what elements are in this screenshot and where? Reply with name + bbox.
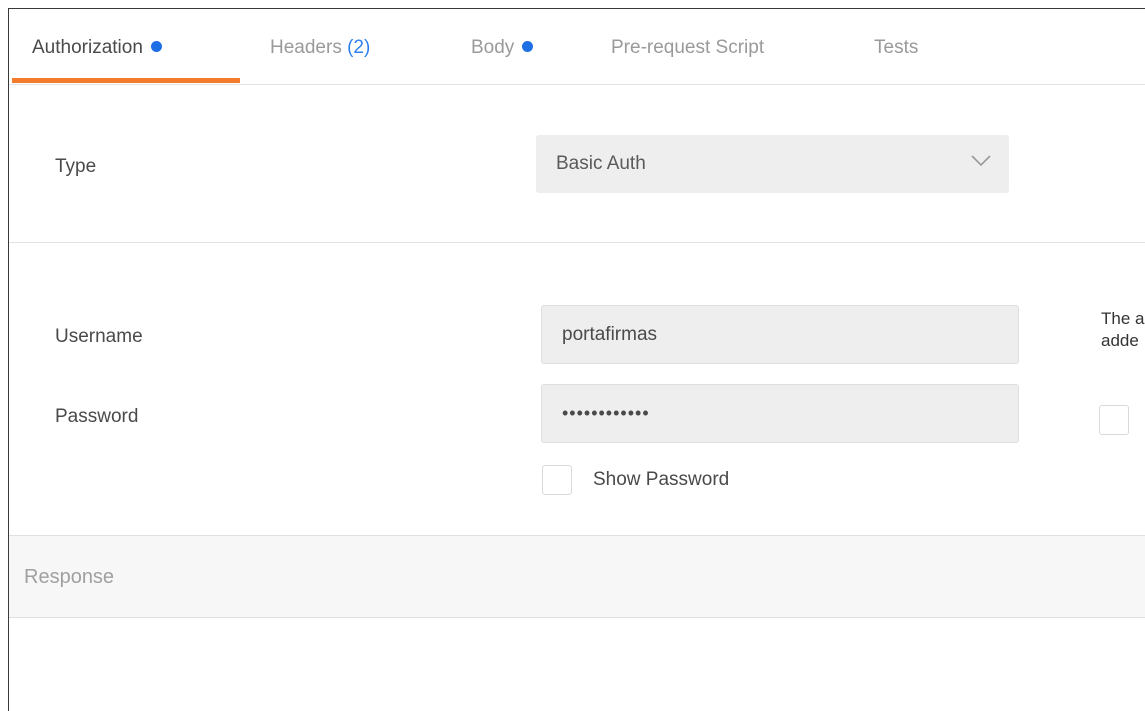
tab-pre-request-script-label: Pre-request Script bbox=[611, 37, 765, 58]
username-field[interactable]: portafirmas bbox=[541, 305, 1019, 364]
auth-type-select[interactable]: Basic Auth bbox=[536, 135, 1009, 193]
request-panel: Authorization Headers (2) Body Pre-reque… bbox=[8, 8, 1145, 711]
section-divider bbox=[9, 242, 1145, 243]
headers-count-badge: (2) bbox=[347, 37, 371, 58]
tab-headers-label: Headers bbox=[270, 37, 342, 58]
tab-tests-label: Tests bbox=[874, 37, 919, 58]
active-tab-indicator bbox=[12, 78, 240, 83]
show-password-label[interactable]: Show Password bbox=[593, 469, 729, 491]
auth-help-text-line-2: adde bbox=[1101, 331, 1139, 350]
auth-option-checkbox[interactable] bbox=[1099, 405, 1129, 435]
tab-authorization[interactable]: Authorization bbox=[32, 37, 162, 83]
modified-dot-icon bbox=[522, 41, 534, 52]
auth-help-text: The a adde bbox=[1101, 308, 1144, 352]
modified-dot-icon bbox=[150, 41, 162, 52]
tab-body[interactable]: Body bbox=[471, 37, 534, 83]
password-label: Password bbox=[55, 406, 139, 427]
show-password-checkbox[interactable] bbox=[542, 465, 572, 495]
response-title: Response bbox=[24, 566, 115, 588]
chevron-down-icon bbox=[971, 155, 991, 167]
password-field[interactable]: •••••••••••• bbox=[541, 384, 1019, 443]
request-tabs: Authorization Headers (2) Body Pre-reque… bbox=[9, 9, 1145, 85]
tab-headers[interactable]: Headers (2) bbox=[270, 37, 370, 83]
auth-help-text-line-1: The a bbox=[1101, 309, 1145, 328]
tab-pre-request-script[interactable]: Pre-request Script bbox=[611, 37, 764, 83]
username-label: Username bbox=[55, 326, 143, 347]
response-header: Response bbox=[9, 535, 1145, 618]
type-label: Type bbox=[55, 156, 97, 177]
tab-body-label: Body bbox=[471, 37, 515, 58]
tab-tests[interactable]: Tests bbox=[874, 37, 918, 83]
auth-type-value: Basic Auth bbox=[556, 153, 646, 174]
tab-authorization-label: Authorization bbox=[32, 37, 143, 58]
